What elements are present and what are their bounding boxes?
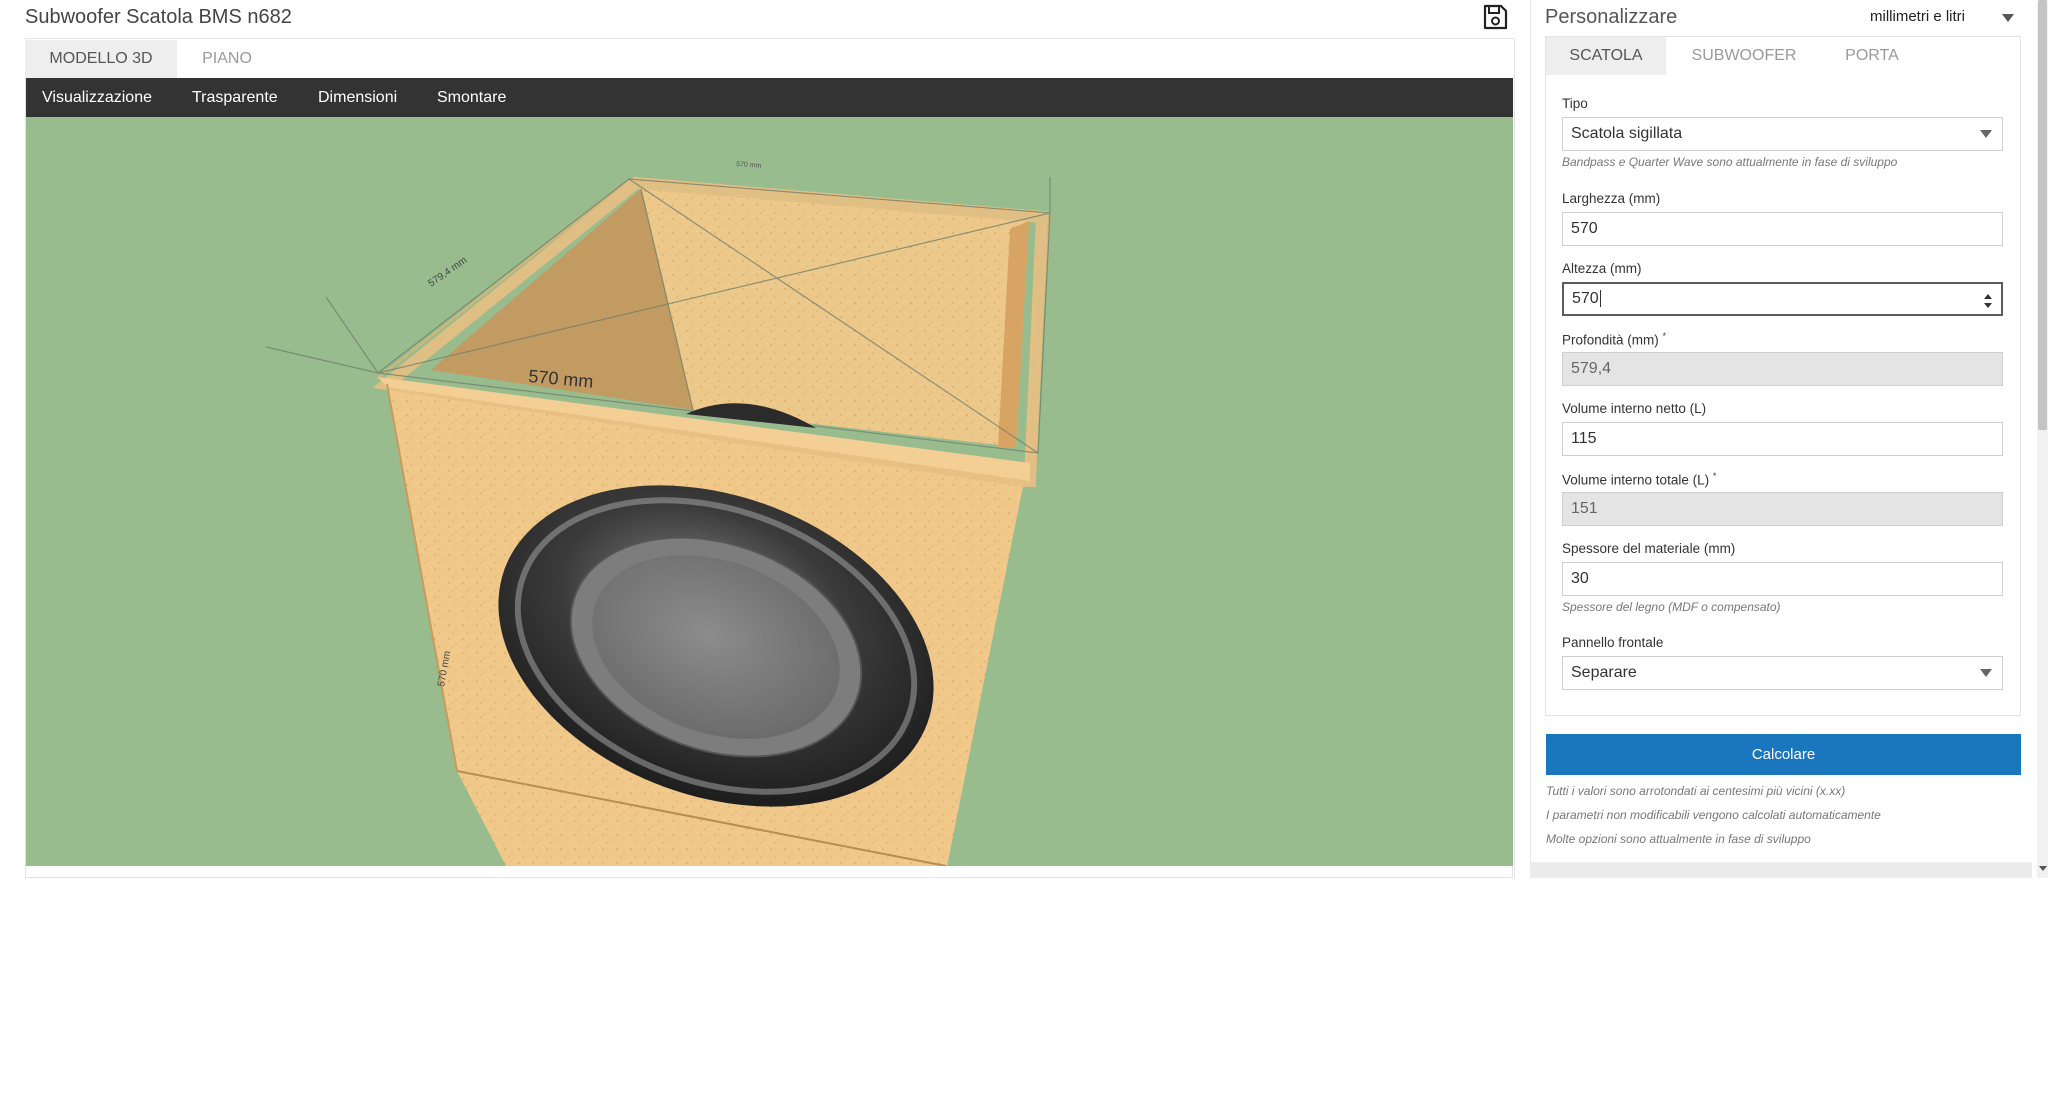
view-tabs: MODELLO 3D PIANO [25, 40, 1513, 78]
type-label: Tipo [1562, 96, 1588, 111]
width-input[interactable]: 570 [1562, 212, 2003, 246]
dimension-label-depth: 579,4 mm [426, 255, 469, 290]
thickness-input[interactable]: 30 [1562, 562, 2003, 596]
width-label: Larghezza (mm) [1562, 191, 1661, 206]
tab-3d-model[interactable]: MODELLO 3D [25, 40, 177, 78]
height-input-value: 570 [1572, 290, 1599, 307]
chevron-down-icon[interactable] [2001, 11, 2015, 25]
tab-port[interactable]: PORTA [1818, 37, 1926, 75]
total-volume-input: 151 [1562, 492, 2003, 526]
type-hint: Bandpass e Quarter Wave sono attualmente… [1562, 155, 1898, 169]
note-auto-calc: I parametri non modificabili vengono cal… [1546, 808, 1881, 822]
chevron-down-icon [1980, 130, 1992, 138]
net-volume-input[interactable]: 115 [1562, 422, 2003, 456]
depth-label: Profondità (mm) * [1562, 331, 1666, 348]
tab-plan[interactable]: PIANO [177, 40, 277, 78]
total-volume-label-text: Volume interno totale (L) [1562, 472, 1710, 488]
viewer-footer [25, 866, 1513, 878]
depth-label-text: Profondità (mm) [1562, 332, 1659, 348]
required-asterisk: * [1712, 471, 1717, 481]
menu-dimensions[interactable]: Dimensioni [318, 78, 397, 117]
stepper-icon[interactable] [1983, 290, 1993, 320]
thickness-hint: Spessore del legno (MDF o compensato) [1562, 600, 1781, 614]
page-title: Subwoofer Scatola BMS n682 [25, 6, 292, 28]
type-select-value: Scatola sigillata [1571, 125, 1683, 142]
menu-transparent[interactable]: Trasparente [192, 78, 278, 117]
height-input[interactable]: 570 [1562, 282, 2003, 316]
tab-box[interactable]: SCATOLA [1546, 37, 1666, 75]
3d-viewport[interactable]: 570 mm 579,4 mm 570 mm 570 mm [26, 117, 1513, 866]
save-icon[interactable] [1480, 2, 1510, 32]
units-select[interactable]: millimetri e litri [1870, 8, 2020, 30]
required-asterisk: * [1662, 331, 1667, 341]
calculate-button[interactable]: Calcolare [1546, 734, 2021, 775]
type-select[interactable]: Scatola sigillata [1562, 117, 2003, 151]
note-development: Molte opzioni sono attualmente in fase d… [1546, 832, 1811, 846]
front-panel-select[interactable]: Separare [1562, 656, 2003, 690]
menu-disassemble[interactable]: Smontare [437, 78, 506, 117]
dimension-label-front-width: 570 mm [528, 366, 595, 392]
menu-visualization[interactable]: Visualizzazione [42, 78, 152, 117]
viewer-menubar: Visualizzazione Trasparente Dimensioni S… [26, 78, 1513, 117]
tab-subwoofer[interactable]: SUBWOOFER [1670, 37, 1818, 75]
front-panel-select-value: Separare [1571, 664, 1637, 681]
scrollbar-thumb[interactable] [2038, 0, 2047, 430]
depth-input: 579,4 [1562, 352, 2003, 386]
dimension-label-top-width: 570 mm [736, 161, 762, 170]
front-panel-label: Pannello frontale [1562, 635, 1664, 650]
subwoofer-box-model: 570 mm 579,4 mm 570 mm 570 mm [265, 161, 1052, 866]
panel-footer [1530, 862, 2032, 878]
thickness-label: Spessore del materiale (mm) [1562, 541, 1736, 556]
height-label: Altezza (mm) [1562, 261, 1642, 276]
chevron-down-icon [1980, 669, 1992, 677]
panel-title: Personalizzare [1545, 6, 1678, 28]
note-rounding: Tutti i valori sono arrotondati ai cente… [1546, 784, 1846, 798]
scroll-down-icon[interactable] [2039, 866, 2047, 871]
net-volume-label: Volume interno netto (L) [1562, 401, 1707, 416]
total-volume-label: Volume interno totale (L) * [1562, 471, 1716, 488]
